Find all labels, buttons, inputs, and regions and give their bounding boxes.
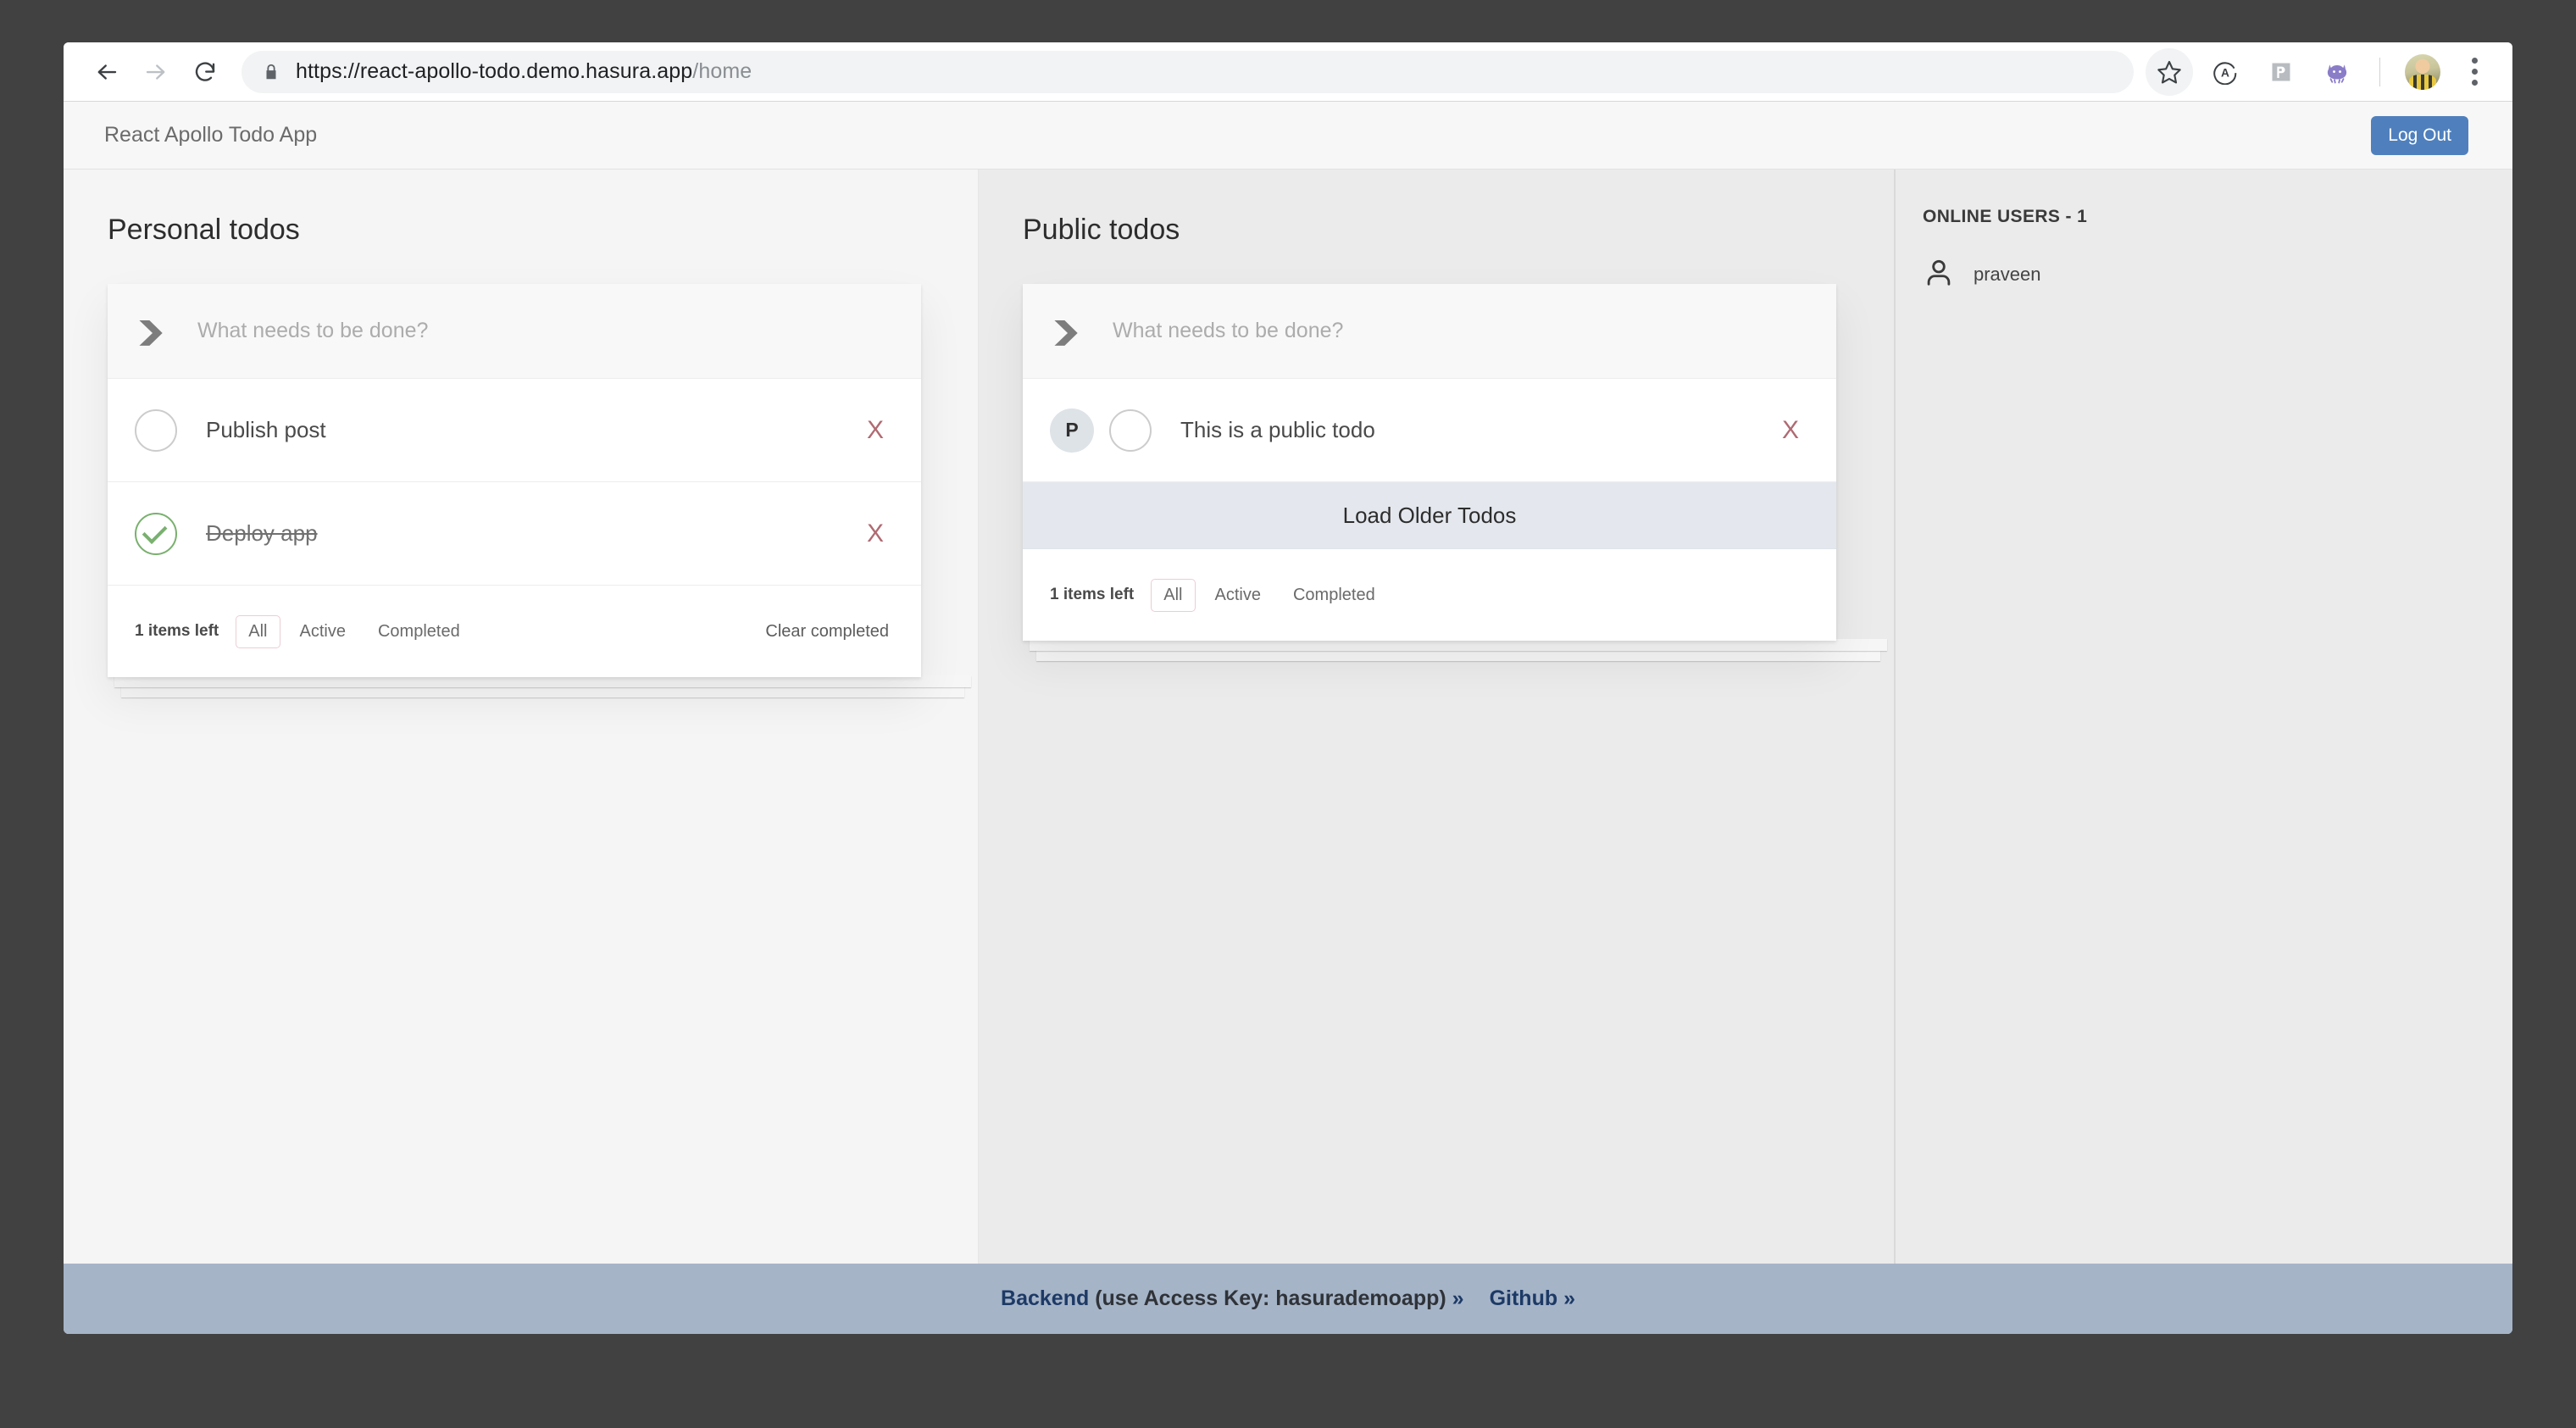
browser-toolbar: https://react-apollo-todo.demo.hasura.ap… (64, 42, 2512, 102)
delete-todo-button[interactable]: X (1772, 416, 1809, 445)
personal-todo-checkbox[interactable] (135, 409, 177, 452)
github-link-group[interactable]: Github » (1490, 1286, 1575, 1311)
personal-todo-label: Publish post (206, 417, 857, 443)
list-item: praveen (1923, 256, 2512, 292)
public-new-todo-input[interactable] (1111, 318, 1807, 344)
table-row: Deploy app X (108, 482, 921, 586)
personal-new-todo-row: ❯ (108, 284, 921, 379)
delete-todo-button[interactable]: X (857, 520, 894, 548)
online-users-column: ONLINE USERS - 1 praveen (1894, 169, 2512, 1264)
filter-completed-button[interactable]: Completed (365, 615, 473, 648)
lock-icon (262, 62, 280, 82)
public-todos-title: Public todos (1023, 214, 1894, 247)
online-users-heading: ONLINE USERS - 1 (1923, 207, 2512, 227)
reload-icon[interactable] (180, 47, 230, 97)
profile-avatar[interactable] (2399, 48, 2446, 96)
clear-completed-button[interactable]: Clear completed (760, 621, 894, 642)
personal-todos-footer: 1 items left All Active Completed Clear … (108, 586, 921, 677)
check-icon (142, 519, 168, 544)
online-user-name: praveen (1974, 264, 2041, 286)
postman-extension-icon[interactable] (2257, 48, 2305, 96)
avatar: P (1050, 408, 1094, 453)
filter-active-button[interactable]: Active (1202, 579, 1274, 612)
card-stack-layer-2 (1036, 649, 1880, 661)
octocat-extension-icon[interactable] (2313, 48, 2361, 96)
page-title: React Apollo Todo App (104, 123, 317, 147)
user-icon (1923, 256, 1955, 292)
public-new-todo-row: ❯ (1023, 284, 1836, 379)
authy-extension-icon[interactable]: A (2201, 48, 2249, 96)
browser-window: https://react-apollo-todo.demo.hasura.ap… (64, 42, 2512, 1334)
url-path: /home (692, 59, 752, 83)
chevron-right-icon: » (1563, 1286, 1575, 1310)
card-stack-layer-2 (121, 686, 964, 697)
public-todos-column: Public todos ❯ P This is a public todo X… (979, 169, 1894, 1264)
personal-todos-card: ❯ Publish post X Deploy app X (108, 284, 921, 677)
main-content: Personal todos ❯ Publish post X (64, 169, 2512, 1264)
app-header: React Apollo Todo App Log Out (64, 102, 2512, 169)
table-row: P This is a public todo X (1023, 379, 1836, 482)
kebab-menu-icon[interactable] (2455, 48, 2494, 96)
filter-completed-button[interactable]: Completed (1280, 579, 1388, 612)
card-stack-layer-1 (114, 675, 971, 687)
personal-todos-column: Personal todos ❯ Publish post X (64, 169, 979, 1264)
card-stack-layer-1 (1030, 639, 1887, 651)
logout-button[interactable]: Log Out (2371, 116, 2468, 155)
filter-all-button[interactable]: All (236, 615, 280, 648)
toolbar-divider (2379, 58, 2380, 86)
url-domain: https://react-apollo-todo.demo.hasura.ap… (296, 59, 692, 83)
forward-arrow-icon[interactable] (131, 47, 180, 97)
personal-todos-card-wrap: ❯ Publish post X Deploy app X (108, 284, 978, 677)
table-row: Publish post X (108, 379, 921, 482)
personal-new-todo-input[interactable] (196, 318, 892, 344)
backend-link-group[interactable]: Backend (use Access Key: hasurademoapp) … (1001, 1286, 1464, 1311)
public-filters: All Active Completed (1151, 579, 1387, 612)
chevron-down-icon[interactable]: ❯ (131, 319, 170, 343)
page-footer-bar: Backend (use Access Key: hasurademoapp) … (64, 1264, 2512, 1334)
load-older-todos-button[interactable]: Load Older Todos (1023, 482, 1836, 549)
back-arrow-icon[interactable] (82, 47, 131, 97)
filter-active-button[interactable]: Active (287, 615, 358, 648)
url-text: https://react-apollo-todo.demo.hasura.ap… (296, 59, 752, 84)
chevron-right-icon: » (1452, 1286, 1464, 1310)
filter-all-button[interactable]: All (1151, 579, 1195, 612)
personal-todo-label: Deploy app (206, 520, 857, 547)
star-icon[interactable] (2146, 48, 2193, 96)
delete-todo-button[interactable]: X (857, 416, 894, 445)
personal-todos-title: Personal todos (108, 214, 978, 247)
personal-filters: All Active Completed (236, 615, 472, 648)
backend-link[interactable]: Backend (1001, 1286, 1089, 1310)
personal-items-left: 1 items left (135, 622, 219, 641)
public-todos-card-wrap: ❯ P This is a public todo X Load Older T… (1023, 284, 1894, 641)
public-todo-label: This is a public todo (1180, 417, 1772, 443)
public-todos-card: ❯ P This is a public todo X Load Older T… (1023, 284, 1836, 641)
svg-text:A: A (2221, 66, 2229, 79)
access-key-note: (use Access Key: hasurademoapp) (1095, 1286, 1446, 1310)
address-bar[interactable]: https://react-apollo-todo.demo.hasura.ap… (242, 51, 2134, 93)
toolbar-icons: A (2146, 48, 2494, 96)
public-items-left: 1 items left (1050, 586, 1134, 604)
public-todos-footer: 1 items left All Active Completed (1023, 549, 1836, 641)
personal-todo-checkbox[interactable] (135, 513, 177, 555)
chevron-down-icon[interactable]: ❯ (1046, 319, 1085, 343)
public-todo-checkbox[interactable] (1109, 409, 1152, 452)
github-link[interactable]: Github (1490, 1286, 1558, 1310)
